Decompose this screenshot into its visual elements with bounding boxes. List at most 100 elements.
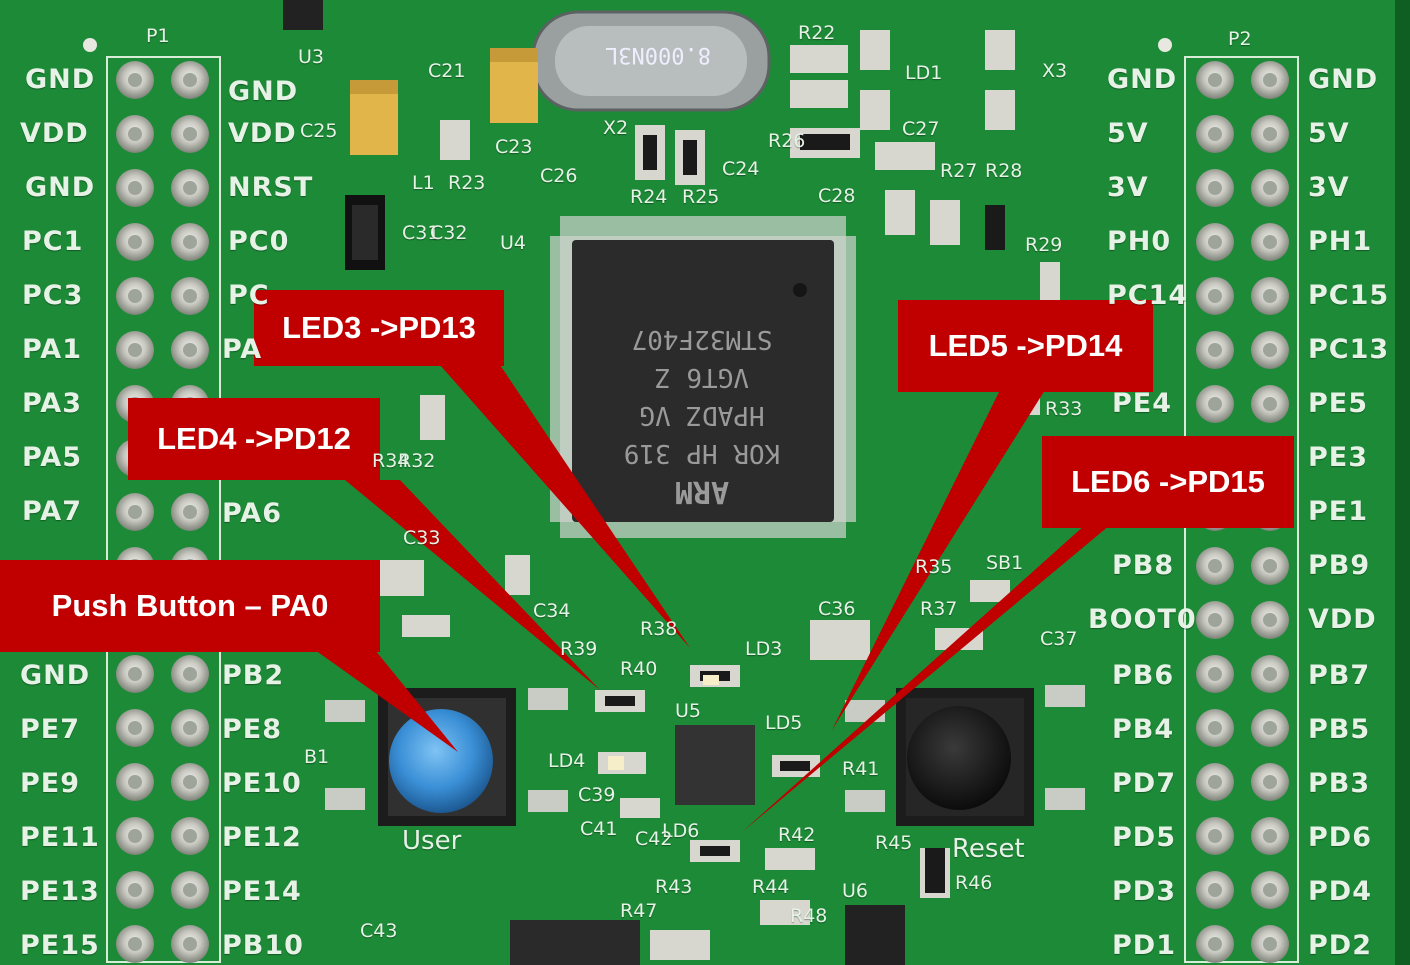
p2-right-label: 3V	[1308, 172, 1350, 203]
p2-pin-hole	[1263, 829, 1277, 843]
p1-pin-hole	[183, 343, 197, 357]
p1-right-label: PE10	[222, 768, 302, 799]
silk-label: R47	[620, 900, 658, 922]
p1-pin-hole	[183, 775, 197, 789]
p2-right-label: PB7	[1308, 660, 1371, 691]
silk-label: C43	[360, 920, 398, 942]
p2-left-label: PD7	[1112, 768, 1176, 799]
p2-pin-hole	[1208, 343, 1222, 357]
p2-left-label: 5V	[1107, 118, 1149, 149]
p2-pin-hole	[1208, 829, 1222, 843]
silk-label: C21	[428, 60, 466, 82]
p1-right-label: PE14	[222, 876, 302, 907]
user-button-label: User	[402, 826, 462, 856]
p2-pin-hole	[1208, 937, 1222, 951]
silk-label: C27	[902, 118, 940, 140]
silk-label: C26	[540, 165, 578, 187]
p1-right-label: GND	[228, 76, 299, 107]
silk-label: R39	[560, 638, 598, 660]
silk-label: C24	[722, 158, 760, 180]
silk-label: R41	[842, 758, 880, 780]
silk-label: R34	[372, 450, 410, 472]
p1-pin-hole	[183, 937, 197, 951]
callout-led6: LED6 ->PD15	[1042, 436, 1294, 528]
silk-label: U3	[298, 46, 324, 68]
silk-label: R23	[448, 172, 486, 194]
silk-label: C28	[818, 185, 856, 207]
silk-label: C37	[1040, 628, 1078, 650]
header-p1-name: P1	[146, 25, 170, 47]
silk-label: R40	[620, 658, 658, 680]
p1-left-label: PE15	[20, 930, 100, 961]
p2-left-label: PC14	[1107, 280, 1189, 311]
p2-right-label: PE5	[1308, 388, 1369, 419]
silk-label: LD5	[765, 712, 803, 734]
callout-led3-text: LED3 ->PD13	[282, 310, 476, 345]
silk-label: R42	[778, 824, 816, 846]
p1-pin-hole	[128, 505, 142, 519]
silk-label: R28	[985, 160, 1023, 182]
p1-pin-hole	[128, 289, 142, 303]
silk-label: LD3	[745, 638, 783, 660]
p2-pin-hole	[1263, 181, 1277, 195]
p1-left-label: PA5	[22, 442, 82, 473]
callout-led4: LED4 ->PD12	[128, 398, 380, 480]
p2-right-label: VDD	[1308, 604, 1377, 635]
silk-label: R26	[768, 130, 806, 152]
p2-pin-hole	[1208, 559, 1222, 573]
p2-pin-hole	[1208, 613, 1222, 627]
p1-pin-hole	[183, 883, 197, 897]
p1-pin-hole	[128, 343, 142, 357]
silk-label: U5	[675, 700, 701, 722]
p1-right-label: NRST	[228, 172, 314, 203]
p1-pin-hole	[183, 505, 197, 519]
silk-label: R45	[875, 832, 913, 854]
crystal-marking: 8.000N3L	[605, 42, 711, 67]
p2-left-label: GND	[1107, 64, 1178, 95]
p2-pin-hole	[1208, 667, 1222, 681]
chip-marking: ARM KOR HP 319 HPADZ VG VGT6 Z STM32F407	[582, 300, 822, 510]
p1-pin-hole	[128, 73, 142, 87]
callout-push-button-text: Push Button – PA0	[51, 588, 329, 623]
silk-label: X2	[603, 117, 629, 139]
p2-pin-hole	[1263, 343, 1277, 357]
p2-right-label: PB3	[1308, 768, 1371, 799]
reset-button-label: Reset	[952, 834, 1025, 864]
p2-pin-hole	[1208, 127, 1222, 141]
silk-label: R38	[640, 618, 678, 640]
silk-label: LD4	[548, 750, 586, 772]
p2-pin-hole	[1263, 721, 1277, 735]
p1-pin-hole	[128, 829, 142, 843]
p2-pin-hole	[1263, 613, 1277, 627]
p2-left-label: PB8	[1112, 550, 1175, 581]
p1-right-label: PB2	[222, 660, 285, 691]
silk-label: U6	[842, 880, 868, 902]
silk-label: C36	[818, 598, 856, 620]
p1-right-label: PE12	[222, 822, 302, 853]
callout-led6-text: LED6 ->PD15	[1071, 464, 1265, 499]
p2-right-label: PB5	[1308, 714, 1371, 745]
p2-pin-hole	[1263, 73, 1277, 87]
p2-left-label: PD1	[1112, 930, 1176, 961]
p1-pin-hole	[128, 667, 142, 681]
p1-right-label: PA	[222, 334, 263, 365]
silk-label: R44	[752, 876, 790, 898]
silk-label: C42	[635, 828, 673, 850]
silk-label: L1	[412, 172, 435, 194]
p1-left-label: PA7	[22, 496, 82, 527]
p2-pin-hole	[1263, 127, 1277, 141]
silk-label: C41	[580, 818, 618, 840]
p1-left-label: PE7	[20, 714, 81, 745]
p1-right-label: PE8	[222, 714, 283, 745]
p1-pin-hole	[128, 235, 142, 249]
silk-label: R33	[1045, 398, 1083, 420]
silk-label: R25	[682, 186, 720, 208]
p1-pin-hole	[183, 73, 197, 87]
callout-led3: LED3 ->PD13	[254, 290, 504, 366]
p1-left-label: PC1	[22, 226, 84, 257]
chip-brand: ARM	[674, 474, 730, 509]
callout-push-button: Push Button – PA0	[0, 560, 380, 652]
silk-label: R27	[940, 160, 978, 182]
p2-pin-hole	[1208, 775, 1222, 789]
p1-right-label: PC	[228, 280, 270, 311]
